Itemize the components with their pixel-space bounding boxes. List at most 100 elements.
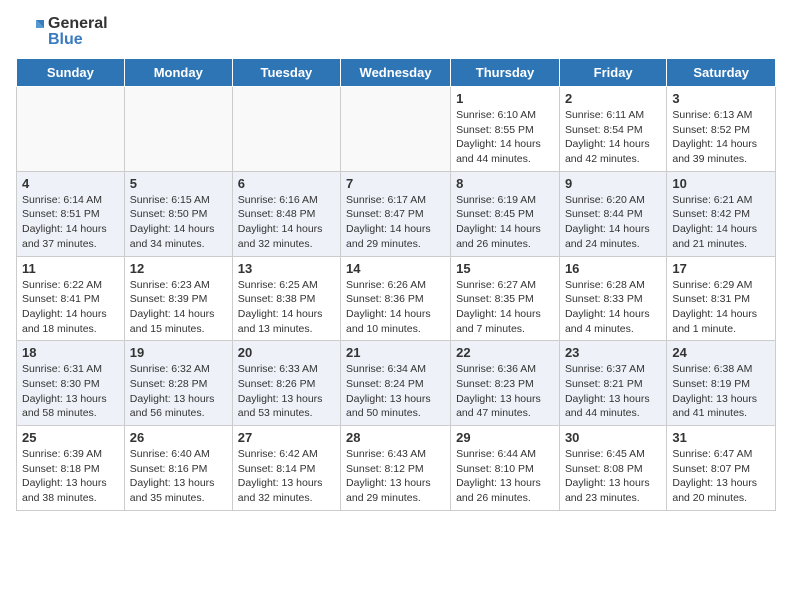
day-cell: 15 Sunrise: 6:27 AMSunset: 8:35 PMDayligh… bbox=[451, 256, 560, 341]
day-info: Sunrise: 6:40 AMSunset: 8:16 PMDaylight:… bbox=[130, 447, 227, 506]
day-number: 6 bbox=[238, 176, 335, 191]
day-cell: 16 Sunrise: 6:28 AMSunset: 8:33 PMDayligh… bbox=[559, 256, 666, 341]
day-cell: 6 Sunrise: 6:16 AMSunset: 8:48 PMDaylight… bbox=[232, 171, 340, 256]
day-number: 24 bbox=[672, 345, 770, 360]
weekday-header-saturday: Saturday bbox=[667, 59, 776, 87]
weekday-header-wednesday: Wednesday bbox=[341, 59, 451, 87]
day-number: 4 bbox=[22, 176, 119, 191]
day-number: 28 bbox=[346, 430, 445, 445]
day-cell: 19 Sunrise: 6:32 AMSunset: 8:28 PMDayligh… bbox=[124, 341, 232, 426]
day-number: 14 bbox=[346, 261, 445, 276]
week-row-4: 18 Sunrise: 6:31 AMSunset: 8:30 PMDayligh… bbox=[17, 341, 776, 426]
day-cell: 28 Sunrise: 6:43 AMSunset: 8:12 PMDayligh… bbox=[341, 426, 451, 511]
day-info: Sunrise: 6:22 AMSunset: 8:41 PMDaylight:… bbox=[22, 278, 119, 337]
day-cell: 4Sunrise: 6:14 AMSunset: 8:51 PMDaylight… bbox=[17, 171, 125, 256]
weekday-header-friday: Friday bbox=[559, 59, 666, 87]
day-cell bbox=[17, 87, 125, 172]
day-cell: 24 Sunrise: 6:38 AMSunset: 8:19 PMDayligh… bbox=[667, 341, 776, 426]
day-number: 29 bbox=[456, 430, 554, 445]
day-number: 2 bbox=[565, 91, 661, 106]
day-info: Sunrise: 6:17 AMSunset: 8:47 PMDaylight:… bbox=[346, 193, 445, 252]
day-number: 27 bbox=[238, 430, 335, 445]
week-row-1: 1 Sunrise: 6:10 AMSunset: 8:55 PMDaylight… bbox=[17, 87, 776, 172]
week-row-5: 25 Sunrise: 6:39 AMSunset: 8:18 PMDayligh… bbox=[17, 426, 776, 511]
logo-icon-block bbox=[16, 18, 44, 46]
day-info: Sunrise: 6:29 AMSunset: 8:31 PMDaylight:… bbox=[672, 278, 770, 337]
day-info: Sunrise: 6:23 AMSunset: 8:39 PMDaylight:… bbox=[130, 278, 227, 337]
week-row-3: 11 Sunrise: 6:22 AMSunset: 8:41 PMDayligh… bbox=[17, 256, 776, 341]
day-number: 23 bbox=[565, 345, 661, 360]
logo-general-label: General bbox=[48, 16, 108, 32]
weekday-header-monday: Monday bbox=[124, 59, 232, 87]
day-info: Sunrise: 6:16 AMSunset: 8:48 PMDaylight:… bbox=[238, 193, 335, 252]
header: General Blue bbox=[16, 16, 776, 48]
day-cell: 18 Sunrise: 6:31 AMSunset: 8:30 PMDayligh… bbox=[17, 341, 125, 426]
logo-svg bbox=[16, 18, 44, 46]
day-cell: 11 Sunrise: 6:22 AMSunset: 8:41 PMDayligh… bbox=[17, 256, 125, 341]
weekday-header-thursday: Thursday bbox=[451, 59, 560, 87]
day-number: 10 bbox=[672, 176, 770, 191]
day-number: 3 bbox=[672, 91, 770, 106]
day-cell bbox=[124, 87, 232, 172]
day-number: 16 bbox=[565, 261, 661, 276]
logo-text-block: General Blue bbox=[16, 16, 108, 48]
day-number: 20 bbox=[238, 345, 335, 360]
day-cell: 25 Sunrise: 6:39 AMSunset: 8:18 PMDayligh… bbox=[17, 426, 125, 511]
day-cell: 1 Sunrise: 6:10 AMSunset: 8:55 PMDaylight… bbox=[451, 87, 560, 172]
day-number: 13 bbox=[238, 261, 335, 276]
day-info: Sunrise: 6:11 AMSunset: 8:54 PMDaylight:… bbox=[565, 108, 661, 167]
day-number: 21 bbox=[346, 345, 445, 360]
day-number: 12 bbox=[130, 261, 227, 276]
calendar-table: SundayMondayTuesdayWednesdayThursdayFrid… bbox=[16, 58, 776, 511]
day-cell: 9 Sunrise: 6:20 AMSunset: 8:44 PMDaylight… bbox=[559, 171, 666, 256]
day-number: 18 bbox=[22, 345, 119, 360]
day-cell: 10 Sunrise: 6:21 AMSunset: 8:42 PMDayligh… bbox=[667, 171, 776, 256]
day-cell: 26Sunrise: 6:40 AMSunset: 8:16 PMDayligh… bbox=[124, 426, 232, 511]
day-number: 25 bbox=[22, 430, 119, 445]
day-info: Sunrise: 6:10 AMSunset: 8:55 PMDaylight:… bbox=[456, 108, 554, 167]
logo: General Blue bbox=[16, 16, 108, 48]
day-cell: 3 Sunrise: 6:13 AMSunset: 8:52 PMDaylight… bbox=[667, 87, 776, 172]
day-info: Sunrise: 6:43 AMSunset: 8:12 PMDaylight:… bbox=[346, 447, 445, 506]
day-info: Sunrise: 6:31 AMSunset: 8:30 PMDaylight:… bbox=[22, 362, 119, 421]
day-number: 8 bbox=[456, 176, 554, 191]
day-cell: 7 Sunrise: 6:17 AMSunset: 8:47 PMDaylight… bbox=[341, 171, 451, 256]
day-info: Sunrise: 6:39 AMSunset: 8:18 PMDaylight:… bbox=[22, 447, 119, 506]
day-info: Sunrise: 6:28 AMSunset: 8:33 PMDaylight:… bbox=[565, 278, 661, 337]
day-cell: 20Sunrise: 6:33 AMSunset: 8:26 PMDayligh… bbox=[232, 341, 340, 426]
day-info: Sunrise: 6:32 AMSunset: 8:28 PMDaylight:… bbox=[130, 362, 227, 421]
day-info: Sunrise: 6:21 AMSunset: 8:42 PMDaylight:… bbox=[672, 193, 770, 252]
day-cell: 17Sunrise: 6:29 AMSunset: 8:31 PMDayligh… bbox=[667, 256, 776, 341]
day-info: Sunrise: 6:37 AMSunset: 8:21 PMDaylight:… bbox=[565, 362, 661, 421]
day-number: 9 bbox=[565, 176, 661, 191]
day-cell bbox=[341, 87, 451, 172]
week-row-2: 4Sunrise: 6:14 AMSunset: 8:51 PMDaylight… bbox=[17, 171, 776, 256]
day-number: 22 bbox=[456, 345, 554, 360]
day-number: 7 bbox=[346, 176, 445, 191]
day-cell: 12 Sunrise: 6:23 AMSunset: 8:39 PMDayligh… bbox=[124, 256, 232, 341]
day-cell: 14 Sunrise: 6:26 AMSunset: 8:36 PMDayligh… bbox=[341, 256, 451, 341]
day-info: Sunrise: 6:27 AMSunset: 8:35 PMDaylight:… bbox=[456, 278, 554, 337]
day-number: 19 bbox=[130, 345, 227, 360]
day-cell: 8Sunrise: 6:19 AMSunset: 8:45 PMDaylight… bbox=[451, 171, 560, 256]
day-info: Sunrise: 6:45 AMSunset: 8:08 PMDaylight:… bbox=[565, 447, 661, 506]
day-info: Sunrise: 6:13 AMSunset: 8:52 PMDaylight:… bbox=[672, 108, 770, 167]
day-info: Sunrise: 6:20 AMSunset: 8:44 PMDaylight:… bbox=[565, 193, 661, 252]
day-number: 11 bbox=[22, 261, 119, 276]
day-info: Sunrise: 6:36 AMSunset: 8:23 PMDaylight:… bbox=[456, 362, 554, 421]
day-number: 5 bbox=[130, 176, 227, 191]
day-cell: 31 Sunrise: 6:47 AMSunset: 8:07 PMDayligh… bbox=[667, 426, 776, 511]
day-number: 1 bbox=[456, 91, 554, 106]
day-number: 15 bbox=[456, 261, 554, 276]
day-info: Sunrise: 6:26 AMSunset: 8:36 PMDaylight:… bbox=[346, 278, 445, 337]
day-cell: 2 Sunrise: 6:11 AMSunset: 8:54 PMDaylight… bbox=[559, 87, 666, 172]
day-cell: 30Sunrise: 6:45 AMSunset: 8:08 PMDayligh… bbox=[559, 426, 666, 511]
day-cell: 22 Sunrise: 6:36 AMSunset: 8:23 PMDayligh… bbox=[451, 341, 560, 426]
day-number: 31 bbox=[672, 430, 770, 445]
weekday-header-tuesday: Tuesday bbox=[232, 59, 340, 87]
day-cell: 29Sunrise: 6:44 AMSunset: 8:10 PMDayligh… bbox=[451, 426, 560, 511]
day-cell bbox=[232, 87, 340, 172]
weekday-header-sunday: Sunday bbox=[17, 59, 125, 87]
day-info: Sunrise: 6:47 AMSunset: 8:07 PMDaylight:… bbox=[672, 447, 770, 506]
day-info: Sunrise: 6:38 AMSunset: 8:19 PMDaylight:… bbox=[672, 362, 770, 421]
